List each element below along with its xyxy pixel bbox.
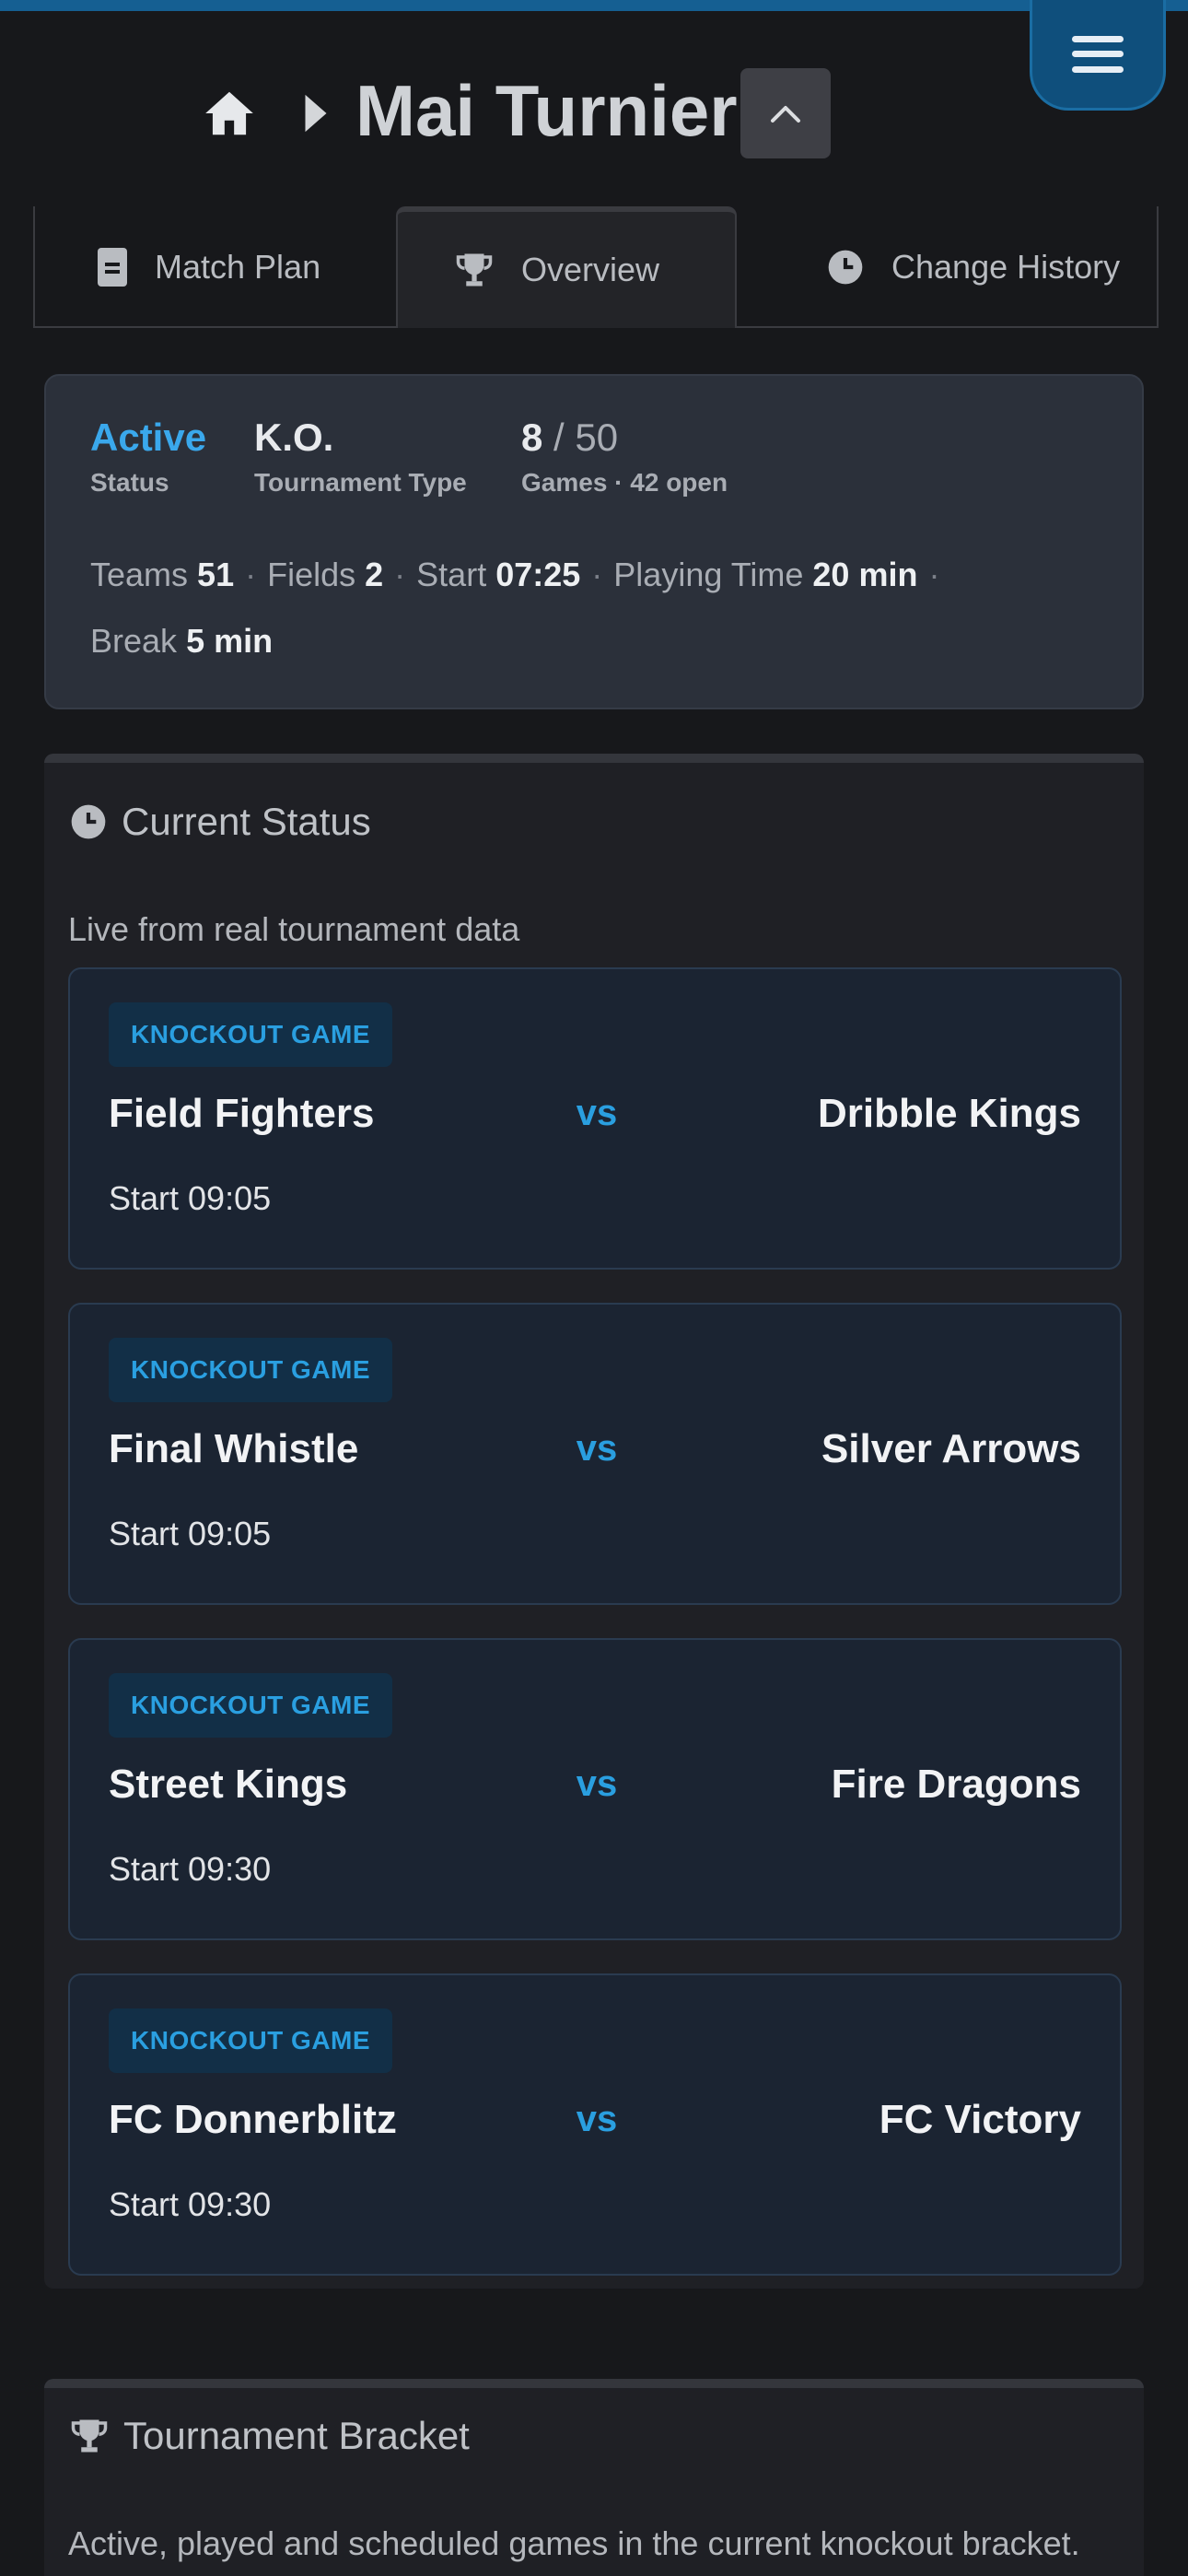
status-value: Active	[90, 416, 207, 459]
games-played-value: 8	[521, 416, 543, 459]
games-total-value: / 50	[553, 416, 619, 459]
start-value: 07:25	[495, 556, 581, 593]
fields-label: Fields	[267, 556, 356, 593]
breadcrumb-caret-icon	[305, 94, 327, 133]
bracket-subtitle: Active, played and scheduled games in th…	[68, 2524, 1080, 2562]
tournament-bracket-panel: Tournament Bracket Active, played and sc…	[44, 2379, 1144, 2576]
break-value: 5 min	[186, 622, 274, 660]
tournament-summary-card: Active Status K.O. Tournament Type 8 / 5…	[44, 374, 1144, 709]
panel-title: Tournament Bracket	[70, 2410, 470, 2462]
tournament-type-label: Tournament Type	[254, 468, 467, 497]
playing-time-label: Playing Time	[613, 556, 804, 593]
match-type-badge: KNOCKOUT GAME	[109, 1673, 393, 1738]
current-status-title: Current Status	[122, 800, 371, 843]
match-start-time: Start 09:30	[109, 1850, 272, 1888]
tournament-type-stat: K.O. Tournament Type	[254, 411, 467, 498]
bracket-title: Tournament Bracket	[123, 2414, 470, 2457]
home-icon[interactable]	[201, 85, 258, 142]
clock-icon	[828, 250, 863, 285]
match-type-badge: KNOCKOUT GAME	[109, 1338, 393, 1402]
match-card[interactable]: KNOCKOUT GAME Street Kings vs Fire Drago…	[68, 1638, 1122, 1940]
tab-change-history[interactable]: Change History	[737, 206, 1159, 328]
page-title: Mai Turnier	[355, 70, 738, 151]
status-label: Status	[90, 468, 169, 497]
clock-icon	[71, 804, 106, 839]
tab-bar: Match Plan Overview Change History	[33, 206, 1159, 328]
match-type-badge: KNOCKOUT GAME	[109, 1002, 393, 1067]
break-label: Break	[90, 622, 178, 660]
tab-label: Overview	[521, 251, 660, 288]
games-label: Games · 42 open	[521, 468, 728, 497]
tab-match-plan[interactable]: Match Plan	[33, 206, 396, 328]
team-b-name: FC Victory	[879, 2097, 1081, 2142]
match-start-time: Start 09:05	[109, 1179, 272, 1217]
tab-label: Change History	[891, 248, 1121, 286]
current-status-subtitle: Live from real tournament data	[68, 910, 520, 948]
document-icon	[98, 248, 127, 287]
team-b-name: Silver Arrows	[821, 1426, 1081, 1471]
trophy-icon	[71, 2419, 108, 2453]
playing-time-value: 20 min	[812, 556, 918, 593]
tab-overview[interactable]: Overview	[396, 206, 737, 328]
match-card[interactable]: KNOCKOUT GAME FC Donnerblitz vs FC Victo…	[68, 1973, 1122, 2276]
top-accent-bar	[0, 0, 1188, 11]
current-status-panel: Current Status Live from real tournament…	[44, 754, 1144, 2289]
match-card[interactable]: KNOCKOUT GAME Field Fighters vs Dribble …	[68, 967, 1122, 1270]
match-card[interactable]: KNOCKOUT GAME Final Whistle vs Silver Ar…	[68, 1303, 1122, 1605]
team-b-name: Dribble Kings	[817, 1091, 1081, 1136]
page-header: Mai Turnier	[0, 53, 1188, 173]
games-stat: 8 / 50 Games · 42 open	[521, 411, 728, 498]
fields-value: 2	[365, 556, 384, 593]
match-start-time: Start 09:30	[109, 2185, 272, 2223]
tournament-type-value: K.O.	[254, 416, 334, 459]
tournament-meta: Teams 51 · Fields 2 · Start 07:25 · Playing Ti…	[90, 556, 940, 660]
teams-label: Teams	[90, 556, 189, 593]
panel-title: Current Status	[70, 796, 371, 848]
trophy-icon	[456, 253, 493, 287]
start-label: Start	[416, 556, 487, 593]
team-b-name: Fire Dragons	[831, 1762, 1081, 1807]
match-type-badge: KNOCKOUT GAME	[109, 2008, 393, 2073]
tab-label: Match Plan	[155, 248, 321, 286]
chevron-up-icon	[771, 106, 800, 123]
match-start-time: Start 09:05	[109, 1515, 272, 1552]
status-stat: Active Status	[90, 411, 206, 498]
collapse-button[interactable]	[740, 68, 831, 158]
teams-value: 51	[197, 556, 235, 593]
